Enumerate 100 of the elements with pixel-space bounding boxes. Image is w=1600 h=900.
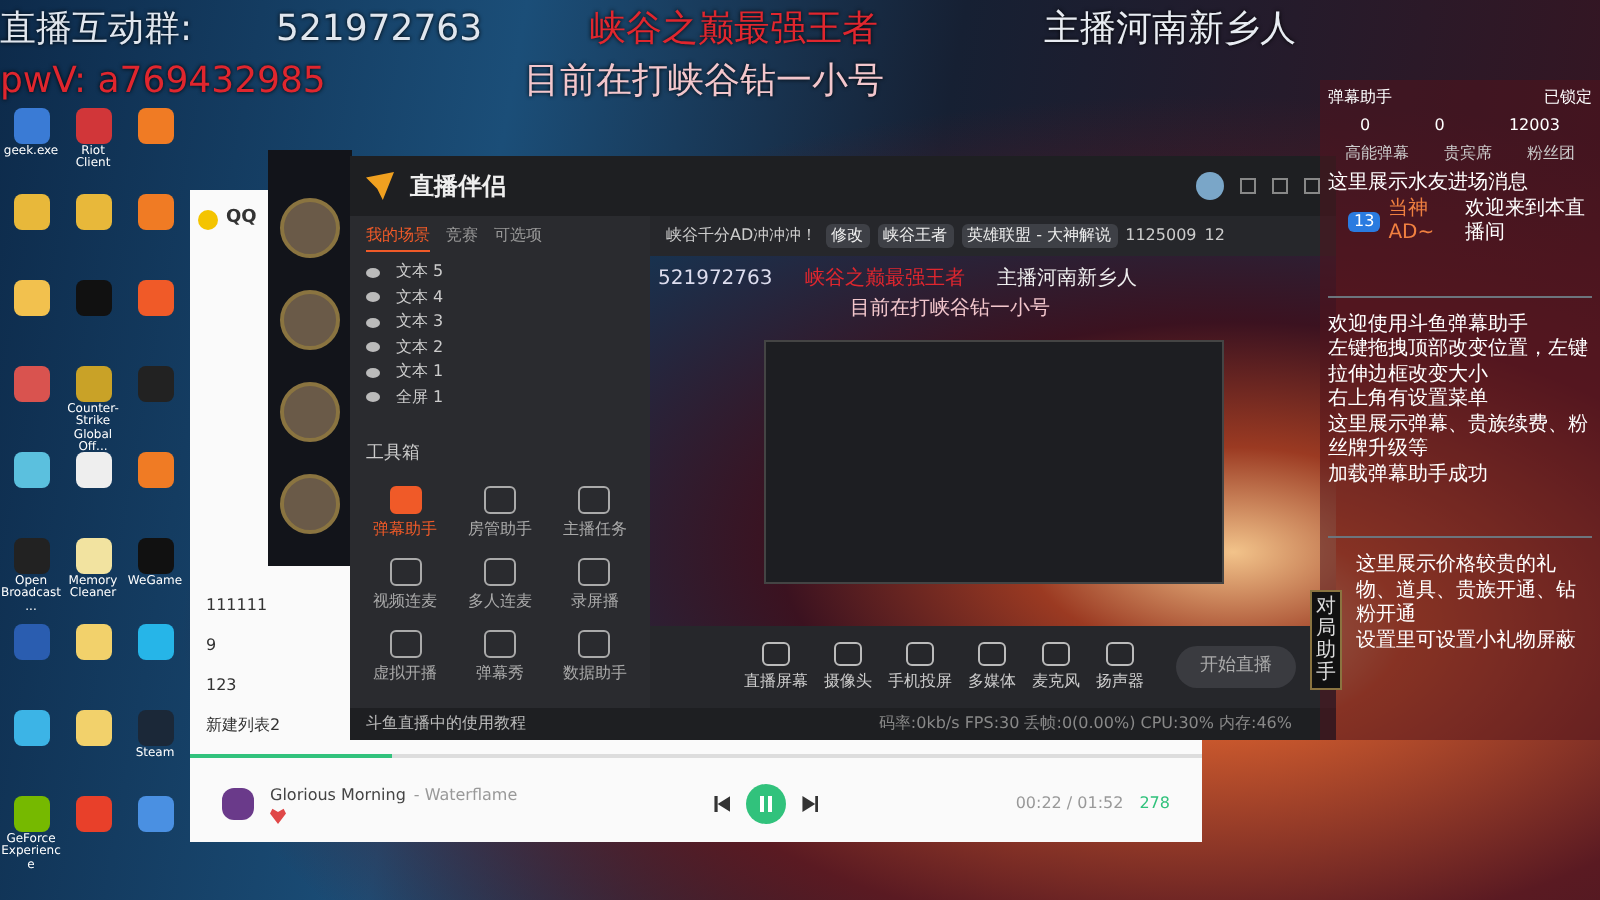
- app-icon[interactable]: [13, 452, 49, 488]
- eye-icon[interactable]: [366, 317, 380, 328]
- app-icon[interactable]: [75, 366, 111, 402]
- avatar-icon: [280, 290, 340, 350]
- music-logo-icon: [198, 209, 218, 230]
- app-logo-text: 直播伴侣: [410, 170, 506, 204]
- tutorial-link[interactable]: 斗鱼直播中的使用教程: [366, 712, 526, 736]
- tool-button[interactable]: 虚拟开播: [366, 629, 445, 685]
- tool-button[interactable]: 弹幕助手: [366, 485, 445, 541]
- user-avatar-icon[interactable]: [1196, 172, 1224, 200]
- eye-icon[interactable]: [366, 392, 380, 403]
- eye-icon[interactable]: [366, 367, 380, 378]
- lock-status[interactable]: 已锁定: [1544, 88, 1592, 108]
- chat-message: 这里展示水友进场消息: [1328, 172, 1530, 197]
- scene-tab[interactable]: 我的场景: [366, 224, 430, 252]
- song-title: Glorious Morning: [270, 784, 406, 808]
- panel-tab[interactable]: 贵宾席: [1443, 144, 1492, 164]
- room-title: 峡谷千分AD冲冲冲！: [666, 224, 818, 248]
- app-icon[interactable]: [75, 452, 111, 488]
- previous-icon[interactable]: [714, 796, 731, 812]
- edit-button[interactable]: 修改: [825, 224, 870, 248]
- source-item[interactable]: 文本 2: [396, 335, 444, 360]
- count-text: 12003: [1508, 116, 1560, 136]
- tool-button[interactable]: 录屏播: [555, 557, 634, 613]
- source-item[interactable]: 文本 1: [396, 360, 444, 385]
- overlay-text: 521972763: [276, 8, 483, 52]
- tool-button[interactable]: 主播任务: [555, 485, 634, 541]
- playlist-item[interactable]: 111111: [206, 594, 268, 618]
- app-icon[interactable]: [75, 194, 111, 230]
- app-icon[interactable]: [137, 194, 173, 230]
- tool-button[interactable]: 弹幕秀: [460, 629, 540, 685]
- overlay-text: 目前在打峡谷钻一小号: [524, 60, 884, 104]
- eye-icon[interactable]: [366, 292, 380, 303]
- avatar-icon: [280, 198, 340, 258]
- chat-message: 欢迎来到本直播间: [1464, 197, 1587, 247]
- source-item[interactable]: 文本 5: [396, 260, 444, 285]
- level-badge: 13: [1348, 212, 1381, 232]
- overlay-text: 峡谷之巅最强王者: [804, 265, 965, 294]
- source-button[interactable]: 多媒体: [968, 641, 1016, 693]
- tool-button[interactable]: 数据助手: [555, 629, 634, 685]
- playlist-item[interactable]: 新建列表2: [206, 714, 281, 738]
- chat-message: 右上角有设置菜单: [1328, 388, 1490, 413]
- chat-message: 设置里可设置小礼物屏蔽: [1356, 629, 1578, 654]
- section-title: 工具箱: [366, 442, 420, 468]
- chat-message: 左键拖拽顶部改变位置，左键拉伸边框改变大小: [1328, 338, 1590, 387]
- source-button[interactable]: 摄像头: [824, 641, 872, 693]
- artist-name: - Waterflame: [413, 784, 518, 808]
- panel-tab[interactable]: 高能弹幕: [1345, 144, 1410, 164]
- avatar-icon: [280, 382, 340, 442]
- app-icon[interactable]: [137, 624, 173, 660]
- chat-message: 欢迎使用斗鱼弹幕助手: [1328, 313, 1530, 337]
- app-icon[interactable]: [13, 280, 49, 316]
- overlay-text: 521972763: [658, 266, 773, 294]
- overlay-text: 主播河南新乡人: [996, 265, 1137, 294]
- playlist-item[interactable]: 9: [206, 634, 217, 658]
- app-icon[interactable]: [75, 538, 111, 574]
- eye-icon[interactable]: [366, 342, 380, 353]
- overlay-text: 目前在打峡谷钻一小号: [850, 295, 1050, 324]
- app-icon[interactable]: [13, 710, 49, 746]
- source-button[interactable]: 手机投屏: [888, 641, 952, 693]
- overlay-text: 直播互动群:: [0, 8, 193, 52]
- count-text: 0: [1434, 116, 1445, 136]
- next-icon[interactable]: [802, 796, 819, 812]
- source-button[interactable]: 直播屏幕: [744, 641, 808, 693]
- tool-button[interactable]: 房管助手: [460, 485, 540, 541]
- app-icon[interactable]: [137, 108, 173, 144]
- scene-tab[interactable]: 竞赛: [446, 224, 478, 252]
- category-field[interactable]: 英雄联盟 - 大神解说: [961, 224, 1118, 248]
- app-icon[interactable]: [13, 796, 49, 832]
- source-item[interactable]: 全屏 1: [396, 385, 444, 410]
- app-icon[interactable]: [75, 624, 111, 660]
- source-button[interactable]: 扬声器: [1096, 641, 1144, 693]
- chat-message: 这里展示弹幕、贵族续费、粉丝牌升级等: [1328, 413, 1590, 463]
- app-icon[interactable]: [75, 710, 111, 746]
- overlay-text: 主播河南新乡人: [1044, 8, 1296, 52]
- source-item[interactable]: 文本 3: [396, 310, 444, 335]
- count-text: 0: [1360, 116, 1371, 136]
- start-stream-button[interactable]: 开始直播: [1176, 645, 1296, 689]
- user-name: 当神AD~: [1388, 197, 1437, 247]
- fans-count: 12: [1204, 224, 1225, 248]
- tool-button[interactable]: 视频连麦: [366, 557, 445, 613]
- notice-field[interactable]: 峡谷王者: [877, 224, 954, 248]
- panel-title: 弹幕助手: [1328, 88, 1392, 108]
- side-tab[interactable]: 对局助手: [1310, 590, 1342, 690]
- app-title: QQ: [226, 206, 257, 232]
- app-icon[interactable]: [13, 194, 49, 230]
- overlay-text: pwV: a769432985: [0, 60, 326, 104]
- panel-tab[interactable]: 粉丝团: [1526, 144, 1575, 164]
- source-button[interactable]: 麦克风: [1032, 641, 1080, 693]
- source-item[interactable]: 文本 4: [396, 285, 444, 310]
- time-display: 00:22 / 01:52: [1015, 792, 1124, 816]
- room-id: 1125009: [1125, 224, 1197, 248]
- scene-tab[interactable]: 可选项: [494, 224, 542, 252]
- playlist-item[interactable]: 123: [206, 674, 237, 698]
- chat-message: 加载弹幕助手成功: [1328, 463, 1490, 488]
- avatar-icon: [280, 474, 340, 534]
- overlay-text: 峡谷之巅最强王者: [590, 8, 878, 52]
- eye-icon[interactable]: [366, 267, 380, 278]
- chat-message: 这里展示价格较贵的礼物、道具、贵族开通、钻粉开通: [1356, 554, 1578, 629]
- tool-button[interactable]: 多人连麦: [460, 557, 540, 613]
